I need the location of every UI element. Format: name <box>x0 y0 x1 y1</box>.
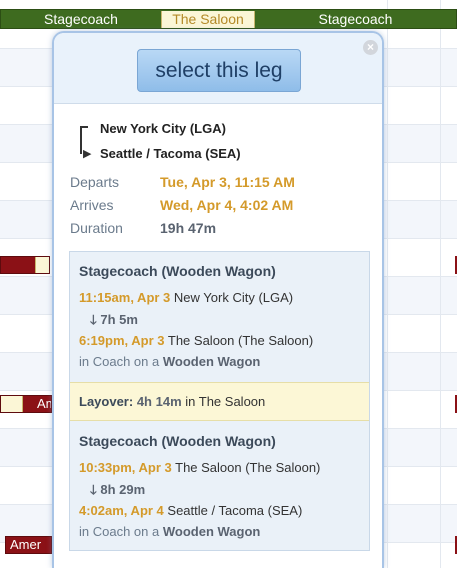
legs-panel: Stagecoach (Wooden Wagon) 11:15am, Apr 3… <box>69 251 370 551</box>
flight-bar-label: Amer <box>10 537 42 552</box>
flight-bar-layover <box>1 396 23 412</box>
leg-departure-time: 11:15am, Apr 3 <box>79 290 171 305</box>
leg-duration-value: 7h 5m <box>100 312 138 327</box>
top-segment-layover[interactable]: The Saloon <box>161 11 255 28</box>
flight-bar-row-1[interactable] <box>0 256 50 274</box>
arrives-label: Arrives <box>70 197 114 213</box>
leg-vehicle: Wooden Wagon <box>162 524 261 539</box>
leg-arrival: 4:02am, Apr 4 Seattle / Tacoma (SEA) <box>79 503 302 518</box>
down-arrow-icon: 🡓 <box>90 312 97 327</box>
leg-arrival-time: 4:02am, Apr 4 <box>79 503 164 518</box>
leg-departure-place: The Saloon (The Saloon) <box>175 460 321 475</box>
leg-arrival-place: The Saloon (The Saloon) <box>167 333 314 348</box>
layover-duration: 4h 14m <box>136 394 182 409</box>
close-icon[interactable]: × <box>363 40 378 55</box>
itinerary-bar[interactable]: Stagecoach The Saloon Stagecoach <box>0 9 457 29</box>
flight-bar-label: Am <box>37 396 51 411</box>
layover-label: Layover: <box>79 394 134 409</box>
popup-header: select this leg × <box>54 33 382 104</box>
layover-text: Layover: 4h 14m in The Saloon <box>79 394 265 409</box>
leg-departure-place: New York City (LGA) <box>173 290 294 305</box>
arrives-value: Wed, Apr 4, 4:02 AM <box>160 197 294 213</box>
route-destination: Seattle / Tacoma (SEA) <box>100 146 241 161</box>
leg-departure: 11:15am, Apr 3 New York City (LGA) <box>79 290 293 305</box>
down-arrow-icon: 🡓 <box>90 482 97 497</box>
leg-duration-value: 8h 29m <box>100 482 146 497</box>
leg-cabin: in Coach on a Wooden Wagon <box>79 524 260 539</box>
duration-label: Duration <box>70 220 123 236</box>
leg-vehicle: Wooden Wagon <box>162 354 261 369</box>
select-leg-button[interactable]: select this leg <box>137 49 301 92</box>
leg-details-popup: select this leg × ▶ New York City (LGA) … <box>52 31 384 568</box>
route-origin: New York City (LGA) <box>100 121 226 136</box>
leg-cabin: in Coach on a Wooden Wagon <box>79 354 260 369</box>
leg-arrival-time: 6:19pm, Apr 3 <box>79 333 165 348</box>
leg-duration: 🡓 7h 5m <box>90 311 138 333</box>
departs-label: Departs <box>70 174 120 190</box>
leg-title: Stagecoach (Wooden Wagon) <box>79 263 276 279</box>
route-arrow-icon: ▶ <box>83 148 92 160</box>
layover-row: Layover: 4h 14m in The Saloon <box>70 382 369 421</box>
leg-cabin-prefix: in Coach on a <box>79 524 160 539</box>
top-segment-right[interactable]: Stagecoach <box>255 11 456 28</box>
leg-departure: 10:33pm, Apr 3 The Saloon (The Saloon) <box>79 460 320 475</box>
leg-arrival: 6:19pm, Apr 3 The Saloon (The Saloon) <box>79 333 313 348</box>
leg-duration: 🡓 8h 29m <box>90 481 145 503</box>
leg-departure-time: 10:33pm, Apr 3 <box>79 460 172 475</box>
departs-value: Tue, Apr 3, 11:15 AM <box>160 174 295 190</box>
top-segment-left[interactable]: Stagecoach <box>1 11 161 28</box>
flight-bar-row-2[interactable]: Am <box>0 395 52 413</box>
leg-arrival-place: Seattle / Tacoma (SEA) <box>167 503 303 518</box>
leg-cabin-prefix: in Coach on a <box>79 354 160 369</box>
leg-title: Stagecoach (Wooden Wagon) <box>79 433 276 449</box>
grid-column-line <box>440 0 441 568</box>
layover-place: in The Saloon <box>185 394 266 409</box>
duration-value: 19h 47m <box>160 220 217 236</box>
flight-bar-layover <box>35 257 49 273</box>
flight-bar-row-3[interactable]: Amer <box>5 536 52 554</box>
grid-column-line <box>387 0 388 568</box>
